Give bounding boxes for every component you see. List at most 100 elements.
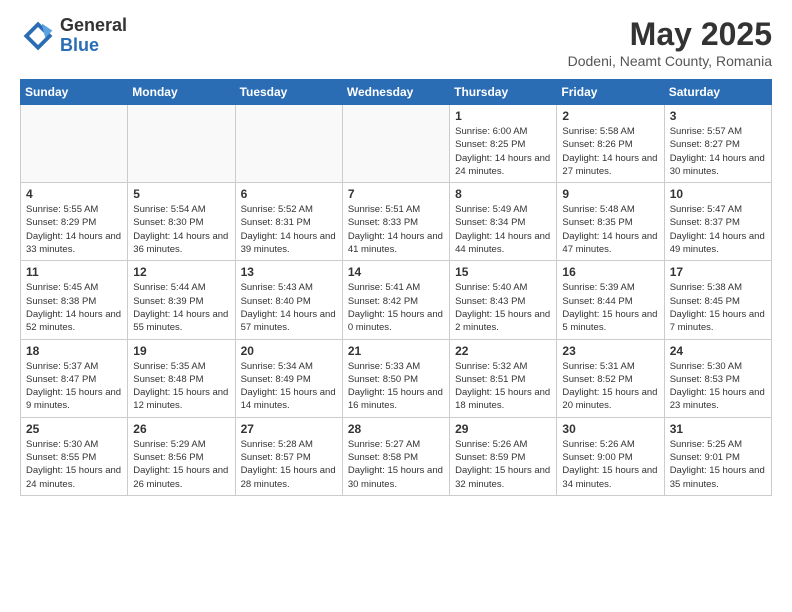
day-number: 29 xyxy=(455,422,551,436)
day-number: 10 xyxy=(670,187,766,201)
logo-general: General xyxy=(60,16,127,36)
day-number: 24 xyxy=(670,344,766,358)
day-info: Sunrise: 5:29 AM Sunset: 8:56 PM Dayligh… xyxy=(133,438,229,491)
logo-blue: Blue xyxy=(60,36,127,56)
weekday-header-saturday: Saturday xyxy=(664,80,771,105)
day-info: Sunrise: 5:28 AM Sunset: 8:57 PM Dayligh… xyxy=(241,438,337,491)
day-info: Sunrise: 5:31 AM Sunset: 8:52 PM Dayligh… xyxy=(562,360,658,413)
day-cell: 26 Sunrise: 5:29 AM Sunset: 8:56 PM Dayli… xyxy=(128,417,235,495)
logo-text: General Blue xyxy=(60,16,127,56)
day-number: 8 xyxy=(455,187,551,201)
weekday-header-thursday: Thursday xyxy=(450,80,557,105)
day-cell: 30 Sunrise: 5:26 AM Sunset: 9:00 PM Dayli… xyxy=(557,417,664,495)
weekday-header-sunday: Sunday xyxy=(21,80,128,105)
day-number: 1 xyxy=(455,109,551,123)
day-cell xyxy=(235,105,342,183)
day-number: 2 xyxy=(562,109,658,123)
day-cell: 15Sunrise: 5:40 AM Sunset: 8:43 PM Dayli… xyxy=(450,261,557,339)
logo: General Blue xyxy=(20,16,127,56)
day-cell: 19 Sunrise: 5:35 AM Sunset: 8:48 PM Dayli… xyxy=(128,339,235,417)
day-cell: 4 Sunrise: 5:55 AM Sunset: 8:29 PM Daylig… xyxy=(21,183,128,261)
weekday-header-wednesday: Wednesday xyxy=(342,80,449,105)
day-info: Sunrise: 6:00 AM Sunset: 8:25 PM Dayligh… xyxy=(455,125,551,178)
day-number: 28 xyxy=(348,422,444,436)
day-cell: 16 Sunrise: 5:39 AM Sunset: 8:44 PM Dayli… xyxy=(557,261,664,339)
day-number: 5 xyxy=(133,187,229,201)
calendar-table: SundayMondayTuesdayWednesdayThursdayFrid… xyxy=(20,79,772,496)
day-cell: 17 Sunrise: 5:38 AM Sunset: 8:45 PM Dayli… xyxy=(664,261,771,339)
day-cell: 6 Sunrise: 5:52 AM Sunset: 8:31 PM Daylig… xyxy=(235,183,342,261)
day-info: Sunrise: 5:51 AM Sunset: 8:33 PM Dayligh… xyxy=(348,203,444,256)
page: General Blue May 2025 Dodeni, Neamt Coun… xyxy=(0,0,792,508)
day-info: Sunrise: 5:47 AM Sunset: 8:37 PM Dayligh… xyxy=(670,203,766,256)
day-cell: 9 Sunrise: 5:48 AM Sunset: 8:35 PM Daylig… xyxy=(557,183,664,261)
day-number: 18 xyxy=(26,344,122,358)
day-cell: 27 Sunrise: 5:28 AM Sunset: 8:57 PM Dayli… xyxy=(235,417,342,495)
day-number: 12 xyxy=(133,265,229,279)
day-info: Sunrise: 5:43 AM Sunset: 8:40 PM Dayligh… xyxy=(241,281,337,334)
day-number: 16 xyxy=(562,265,658,279)
day-cell: 11 Sunrise: 5:45 AM Sunset: 8:38 PM Dayli… xyxy=(21,261,128,339)
day-number: 15 xyxy=(455,265,551,279)
day-info: Sunrise: 5:58 AM Sunset: 8:26 PM Dayligh… xyxy=(562,125,658,178)
day-number: 3 xyxy=(670,109,766,123)
day-info: Sunrise: 5:48 AM Sunset: 8:35 PM Dayligh… xyxy=(562,203,658,256)
day-number: 23 xyxy=(562,344,658,358)
week-row-4: 18Sunrise: 5:37 AM Sunset: 8:47 PM Dayli… xyxy=(21,339,772,417)
title-block: May 2025 Dodeni, Neamt County, Romania xyxy=(568,16,772,69)
day-info: Sunrise: 5:44 AM Sunset: 8:39 PM Dayligh… xyxy=(133,281,229,334)
day-info: Sunrise: 5:34 AM Sunset: 8:49 PM Dayligh… xyxy=(241,360,337,413)
day-info: Sunrise: 5:38 AM Sunset: 8:45 PM Dayligh… xyxy=(670,281,766,334)
day-cell xyxy=(21,105,128,183)
day-number: 6 xyxy=(241,187,337,201)
weekday-header-monday: Monday xyxy=(128,80,235,105)
weekday-header-row: SundayMondayTuesdayWednesdayThursdayFrid… xyxy=(21,80,772,105)
day-cell: 3 Sunrise: 5:57 AM Sunset: 8:27 PM Daylig… xyxy=(664,105,771,183)
day-number: 30 xyxy=(562,422,658,436)
day-info: Sunrise: 5:35 AM Sunset: 8:48 PM Dayligh… xyxy=(133,360,229,413)
day-cell: 14Sunrise: 5:41 AM Sunset: 8:42 PM Dayli… xyxy=(342,261,449,339)
day-info: Sunrise: 5:30 AM Sunset: 8:53 PM Dayligh… xyxy=(670,360,766,413)
day-info: Sunrise: 5:33 AM Sunset: 8:50 PM Dayligh… xyxy=(348,360,444,413)
day-number: 26 xyxy=(133,422,229,436)
logo-icon xyxy=(20,18,56,54)
week-row-3: 11 Sunrise: 5:45 AM Sunset: 8:38 PM Dayli… xyxy=(21,261,772,339)
day-number: 4 xyxy=(26,187,122,201)
day-info: Sunrise: 5:57 AM Sunset: 8:27 PM Dayligh… xyxy=(670,125,766,178)
day-cell: 13 Sunrise: 5:43 AM Sunset: 8:40 PM Dayli… xyxy=(235,261,342,339)
day-number: 11 xyxy=(26,265,122,279)
day-info: Sunrise: 5:45 AM Sunset: 8:38 PM Dayligh… xyxy=(26,281,122,334)
day-number: 27 xyxy=(241,422,337,436)
day-cell: 21 Sunrise: 5:33 AM Sunset: 8:50 PM Dayli… xyxy=(342,339,449,417)
day-number: 31 xyxy=(670,422,766,436)
day-number: 17 xyxy=(670,265,766,279)
day-number: 21 xyxy=(348,344,444,358)
day-cell: 8 Sunrise: 5:49 AM Sunset: 8:34 PM Daylig… xyxy=(450,183,557,261)
day-info: Sunrise: 5:32 AM Sunset: 8:51 PM Dayligh… xyxy=(455,360,551,413)
day-info: Sunrise: 5:52 AM Sunset: 8:31 PM Dayligh… xyxy=(241,203,337,256)
day-cell: 7Sunrise: 5:51 AM Sunset: 8:33 PM Daylig… xyxy=(342,183,449,261)
day-number: 14 xyxy=(348,265,444,279)
day-info: Sunrise: 5:26 AM Sunset: 9:00 PM Dayligh… xyxy=(562,438,658,491)
weekday-header-tuesday: Tuesday xyxy=(235,80,342,105)
day-cell: 31 Sunrise: 5:25 AM Sunset: 9:01 PM Dayli… xyxy=(664,417,771,495)
day-cell: 29Sunrise: 5:26 AM Sunset: 8:59 PM Dayli… xyxy=(450,417,557,495)
day-number: 22 xyxy=(455,344,551,358)
weekday-header-friday: Friday xyxy=(557,80,664,105)
day-cell xyxy=(342,105,449,183)
day-cell: 2 Sunrise: 5:58 AM Sunset: 8:26 PM Daylig… xyxy=(557,105,664,183)
day-info: Sunrise: 5:39 AM Sunset: 8:44 PM Dayligh… xyxy=(562,281,658,334)
day-number: 19 xyxy=(133,344,229,358)
week-row-2: 4 Sunrise: 5:55 AM Sunset: 8:29 PM Daylig… xyxy=(21,183,772,261)
day-info: Sunrise: 5:30 AM Sunset: 8:55 PM Dayligh… xyxy=(26,438,122,491)
day-cell: 23 Sunrise: 5:31 AM Sunset: 8:52 PM Dayli… xyxy=(557,339,664,417)
day-number: 9 xyxy=(562,187,658,201)
day-number: 13 xyxy=(241,265,337,279)
day-cell: 10 Sunrise: 5:47 AM Sunset: 8:37 PM Dayli… xyxy=(664,183,771,261)
day-info: Sunrise: 5:49 AM Sunset: 8:34 PM Dayligh… xyxy=(455,203,551,256)
day-info: Sunrise: 5:54 AM Sunset: 8:30 PM Dayligh… xyxy=(133,203,229,256)
day-info: Sunrise: 5:25 AM Sunset: 9:01 PM Dayligh… xyxy=(670,438,766,491)
day-cell: 12 Sunrise: 5:44 AM Sunset: 8:39 PM Dayli… xyxy=(128,261,235,339)
day-info: Sunrise: 5:55 AM Sunset: 8:29 PM Dayligh… xyxy=(26,203,122,256)
day-cell: 5 Sunrise: 5:54 AM Sunset: 8:30 PM Daylig… xyxy=(128,183,235,261)
